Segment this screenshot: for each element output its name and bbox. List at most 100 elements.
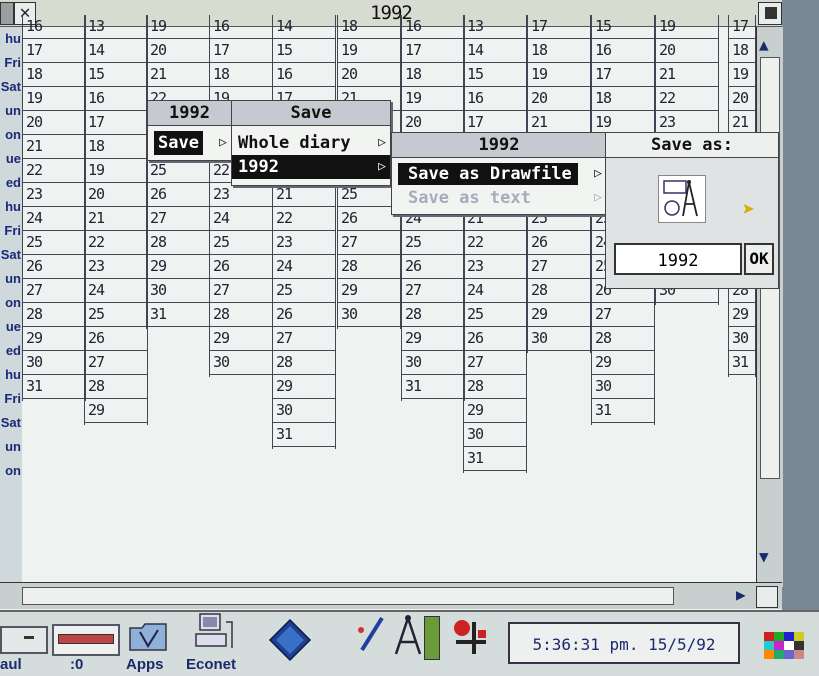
calendar-cell[interactable]: 18 bbox=[85, 135, 147, 159]
calendar-cell[interactable]: 31 bbox=[273, 423, 335, 447]
calendar-cell[interactable]: 27 bbox=[402, 279, 464, 303]
palette-utility-icon[interactable] bbox=[764, 632, 804, 668]
calendar-cell[interactable]: 26 bbox=[85, 327, 147, 351]
calendar-cell[interactable]: 22 bbox=[273, 207, 335, 231]
calendar-cell[interactable]: 30 bbox=[729, 327, 755, 351]
calendar-cell[interactable]: 29 bbox=[85, 399, 147, 423]
calendar-cell[interactable]: 29 bbox=[528, 303, 590, 327]
calendar-cell[interactable]: 16 bbox=[23, 15, 85, 39]
calendar-cell[interactable]: 28 bbox=[273, 351, 335, 375]
calendar-cell[interactable]: 14 bbox=[273, 15, 335, 39]
horizontal-scrollbar[interactable]: ▶ bbox=[0, 582, 782, 609]
calendar-cell[interactable]: 25 bbox=[464, 303, 526, 327]
calendar-cell[interactable]: 14 bbox=[85, 39, 147, 63]
calendar-cell[interactable]: 25 bbox=[23, 231, 85, 255]
calendar-cell[interactable]: 20 bbox=[85, 183, 147, 207]
calendar-cell[interactable]: 20 bbox=[23, 111, 85, 135]
calendar-cell[interactable]: 16 bbox=[273, 63, 335, 87]
calendar-cell[interactable]: 22 bbox=[85, 231, 147, 255]
paint-icon[interactable] bbox=[424, 616, 440, 660]
ok-button[interactable]: OK bbox=[744, 243, 774, 275]
calendar-cell[interactable]: 27 bbox=[210, 279, 272, 303]
palette-icon[interactable] bbox=[452, 618, 490, 658]
calendar-cell[interactable]: 28 bbox=[464, 375, 526, 399]
scroll-up-arrow-icon[interactable]: ▲ bbox=[759, 35, 769, 54]
calendar-cell[interactable]: 19 bbox=[23, 87, 85, 111]
calendar-cell[interactable]: 20 bbox=[528, 87, 590, 111]
calendar-cell[interactable]: 15 bbox=[85, 63, 147, 87]
menu-item-save-as-text[interactable]: Save as text ▷ bbox=[392, 186, 606, 210]
calendar-cell[interactable]: 18 bbox=[338, 15, 400, 39]
calendar-cell[interactable]: 17 bbox=[592, 63, 654, 87]
vertical-scrollbar[interactable]: ▲ ▼ bbox=[756, 27, 783, 587]
calendar-cell[interactable]: 31 bbox=[402, 375, 464, 399]
network-drive-icon[interactable] bbox=[52, 624, 120, 656]
calendar-cell[interactable]: 28 bbox=[147, 231, 209, 255]
clock-display[interactable]: 5:36:31 pm. 15/5/92 bbox=[508, 622, 740, 664]
calendar-cell[interactable]: 27 bbox=[23, 279, 85, 303]
drawing-compass-icon[interactable] bbox=[392, 614, 424, 658]
calendar-cell[interactable]: 29 bbox=[210, 327, 272, 351]
calendar-cell[interactable]: 25 bbox=[147, 159, 209, 183]
calendar-cell[interactable]: 27 bbox=[85, 351, 147, 375]
calendar-cell[interactable]: 22 bbox=[656, 87, 718, 111]
resize-handle[interactable] bbox=[756, 586, 778, 608]
calendar-cell[interactable]: 21 bbox=[85, 207, 147, 231]
calendar-cell[interactable]: 26 bbox=[402, 255, 464, 279]
calendar-cell[interactable]: 24 bbox=[273, 255, 335, 279]
calendar-cell[interactable]: 15 bbox=[273, 39, 335, 63]
calendar-cell[interactable]: 31 bbox=[464, 447, 526, 471]
calendar-cell[interactable]: 30 bbox=[273, 399, 335, 423]
scroll-down-arrow-icon[interactable]: ▼ bbox=[759, 547, 769, 566]
calendar-cell[interactable]: 17 bbox=[23, 39, 85, 63]
calendar-cell[interactable]: 17 bbox=[402, 39, 464, 63]
calendar-cell[interactable]: 17 bbox=[210, 39, 272, 63]
toggle-size-button[interactable] bbox=[758, 2, 782, 25]
calendar-cell[interactable]: 19 bbox=[656, 15, 718, 39]
calendar-cell[interactable]: 28 bbox=[402, 303, 464, 327]
econet-computer-icon[interactable] bbox=[194, 612, 234, 654]
calendar-cell[interactable]: 18 bbox=[402, 63, 464, 87]
drawfile-icon[interactable] bbox=[658, 175, 706, 223]
calendar-cell[interactable]: 18 bbox=[729, 39, 755, 63]
pen-icon[interactable] bbox=[356, 616, 386, 656]
calendar-cell[interactable]: 29 bbox=[402, 327, 464, 351]
calendar-cell[interactable]: 24 bbox=[23, 207, 85, 231]
calendar-cell[interactable]: 25 bbox=[85, 303, 147, 327]
calendar-cell[interactable]: 24 bbox=[210, 207, 272, 231]
calendar-cell[interactable]: 26 bbox=[528, 231, 590, 255]
calendar-cell[interactable]: 27 bbox=[464, 351, 526, 375]
calendar-cell[interactable]: 30 bbox=[464, 423, 526, 447]
disc-drive-icon[interactable] bbox=[0, 626, 48, 654]
calendar-cell[interactable]: 29 bbox=[592, 351, 654, 375]
menu-item-save[interactable]: Save ▷ bbox=[148, 126, 231, 160]
calendar-cell[interactable]: 24 bbox=[85, 279, 147, 303]
calendar-cell[interactable]: 30 bbox=[402, 351, 464, 375]
calendar-cell[interactable]: 15 bbox=[464, 63, 526, 87]
calendar-cell[interactable]: 16 bbox=[402, 15, 464, 39]
calendar-cell[interactable]: 18 bbox=[23, 63, 85, 87]
calendar-cell[interactable]: 13 bbox=[85, 15, 147, 39]
calendar-cell[interactable]: 25 bbox=[210, 231, 272, 255]
calendar-cell[interactable]: 27 bbox=[528, 255, 590, 279]
menu-item-whole-diary[interactable]: Whole diary ▷ bbox=[232, 131, 390, 155]
filename-field[interactable]: 1992 bbox=[614, 243, 742, 275]
calendar-cell[interactable]: 22 bbox=[464, 231, 526, 255]
calendar-cell[interactable]: 17 bbox=[528, 15, 590, 39]
calendar-cell[interactable]: 27 bbox=[592, 303, 654, 327]
calendar-cell[interactable]: 19 bbox=[729, 63, 755, 87]
scroll-right-arrow-icon[interactable]: ▶ bbox=[736, 585, 746, 604]
calendar-cell[interactable]: 21 bbox=[147, 63, 209, 87]
calendar-cell[interactable]: 21 bbox=[273, 183, 335, 207]
calendar-cell[interactable]: 17 bbox=[729, 15, 755, 39]
calendar-cell[interactable]: 21 bbox=[23, 135, 85, 159]
calendar-cell[interactable]: 31 bbox=[23, 375, 85, 399]
calendar-cell[interactable]: 26 bbox=[147, 183, 209, 207]
calendar-cell[interactable]: 20 bbox=[729, 87, 755, 111]
calendar-cell[interactable]: 26 bbox=[464, 327, 526, 351]
calendar-cell[interactable]: 23 bbox=[273, 231, 335, 255]
calendar-cell[interactable]: 21 bbox=[656, 63, 718, 87]
calendar-cell[interactable]: 19 bbox=[528, 63, 590, 87]
calendar-cell[interactable]: 13 bbox=[464, 15, 526, 39]
calendar-cell[interactable]: 30 bbox=[23, 351, 85, 375]
